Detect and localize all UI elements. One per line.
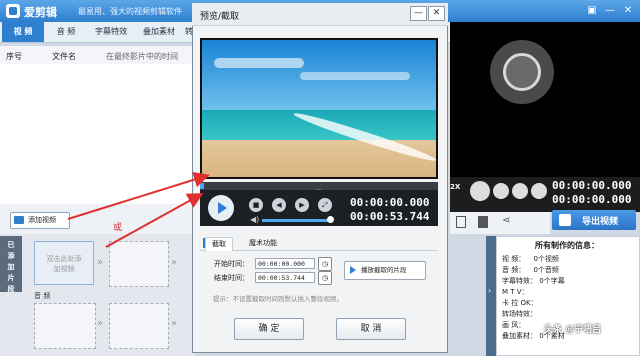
hint-text: 提示：不设置截取时间则默认插入整段视频。 [213, 295, 343, 303]
main-stop-button[interactable] [493, 183, 509, 199]
clip-slot-empty[interactable]: 双击此处添加视频 [34, 241, 94, 285]
export-video-button[interactable]: 导出视频 [552, 210, 636, 230]
zoom-badge[interactable]: 2X [450, 183, 460, 191]
info-key: 转场特效： [502, 310, 537, 318]
info-key: 音 频： [502, 266, 526, 274]
file-list-header: 序号 文件名 在最终影片中的时间 [0, 46, 195, 65]
volume-slider-handle[interactable] [327, 216, 334, 223]
chevron-right-icon: » [171, 318, 178, 329]
confirm-button[interactable]: 确 定 [234, 318, 304, 340]
tab-subtitle-effects[interactable]: 字幕特效 [88, 22, 134, 42]
tab-overlay[interactable]: 叠加素材 [136, 22, 182, 42]
cut-tab-bar [200, 236, 438, 251]
start-time-label: 开始时间： [214, 260, 249, 268]
file-list[interactable] [0, 64, 195, 204]
dialog-time-readout: 00:00:00.000 00:00:53.744 [350, 196, 429, 224]
close-button[interactable]: ✕ [620, 3, 636, 18]
next-frame-button[interactable]: ▶ [295, 198, 309, 212]
info-key: 画 风： [502, 321, 526, 329]
film-icon [14, 216, 24, 224]
column-filename: 文件名 [52, 52, 76, 61]
info-key: 字幕特效： [502, 277, 537, 285]
added-clips-text: 已添加片段 [7, 241, 15, 293]
add-video-button[interactable]: 添加视频 [10, 212, 70, 229]
clock-icon[interactable]: ◷ [318, 257, 332, 271]
or-label: 或 [113, 223, 123, 233]
film-reel-hub [503, 53, 541, 91]
stop-button[interactable]: ■ [249, 198, 263, 212]
export-label: 导出视频 [582, 217, 619, 227]
main-next-frame-button[interactable] [531, 183, 547, 199]
play-icon [218, 202, 227, 214]
cancel-button[interactable]: 取 消 [336, 318, 406, 340]
column-index: 序号 [6, 52, 22, 61]
video-frame-cloud [300, 72, 410, 80]
main-play-button[interactable] [470, 181, 490, 201]
app-title: 爱剪辑 [24, 6, 57, 19]
play-segment-label: 播放截取的片段 [361, 266, 407, 274]
main-time-current: 00:00:00.000 [552, 179, 632, 192]
tab-indicator [203, 238, 205, 248]
info-panel-rail[interactable]: › [486, 236, 496, 356]
save-as-icon[interactable] [478, 216, 488, 228]
dialog-close-button[interactable]: ✕ [428, 6, 445, 21]
info-key: 叠加素材： [502, 332, 537, 340]
chevron-right-icon: › [488, 286, 492, 295]
info-title: 所有制作的信息： [535, 241, 599, 250]
skin-button[interactable]: ▣ [584, 3, 600, 18]
info-value: 0个字幕 [539, 277, 565, 285]
tab-audio[interactable]: 音 频 [46, 22, 86, 42]
main-time-readout: 00:00:00.000 00:00:00.000 [552, 179, 631, 207]
share-icon[interactable]: ⋖ [502, 215, 510, 226]
play-button[interactable] [208, 195, 234, 221]
tab-magic[interactable]: 魔术功能 [243, 237, 283, 250]
save-icon[interactable] [456, 216, 466, 228]
fullscreen-button[interactable]: ⤢ [318, 198, 332, 212]
chevron-right-icon: » [97, 257, 104, 268]
app-logo-icon [6, 4, 20, 18]
add-video-label: 添加视频 [28, 216, 56, 224]
play-icon [350, 266, 356, 274]
tab-video[interactable]: 视 频 [2, 22, 44, 42]
clip-slot[interactable] [109, 241, 169, 287]
main-toolbar: ⋖ [450, 212, 550, 234]
prev-frame-button[interactable]: ◀ [272, 198, 286, 212]
dialog-time-total: 00:00:53.744 [350, 210, 430, 223]
volume-icon[interactable]: ◀) [250, 215, 259, 224]
audio-slot[interactable] [109, 303, 169, 349]
watermark: 头条 @宁唔吕 [544, 325, 602, 335]
end-time-label: 结束时间： [214, 274, 249, 282]
main-preview-screen [450, 22, 640, 177]
column-time: 在最终影片中的时间 [106, 52, 178, 61]
app-subtitle: 最易用、强大的视频剪辑软件 [78, 7, 182, 16]
clip-slot-hint: 双击此处添加视频 [46, 255, 82, 273]
export-icon [559, 214, 571, 226]
info-key: M T V： [502, 288, 529, 296]
dialog-minimize-button[interactable]: — [410, 6, 427, 21]
dialog-time-current: 00:00:00.000 [350, 196, 430, 209]
video-frame-cloud [214, 58, 304, 68]
main-prev-frame-button[interactable] [512, 183, 528, 199]
added-clips-label: 已添加片段 [0, 236, 22, 293]
audio-slot[interactable] [34, 303, 96, 349]
play-segment-button[interactable]: 播放截取的片段 [344, 261, 426, 280]
info-key: 视 频： [502, 255, 526, 263]
info-key: 卡 拉 OK： [502, 299, 538, 307]
tab-cut[interactable]: 截取 [205, 237, 233, 251]
minimize-button[interactable]: — [602, 3, 618, 18]
chevron-right-icon: » [97, 318, 104, 329]
clock-icon[interactable]: ◷ [318, 271, 332, 285]
seek-progress [200, 183, 204, 189]
start-time-input[interactable]: 00:00:00.000 [255, 258, 315, 269]
main-time-total: 00:00:00.000 [552, 193, 632, 206]
chevron-right-icon: » [171, 257, 178, 268]
volume-slider[interactable] [262, 219, 332, 222]
info-value: 0个音频 [533, 266, 559, 274]
end-time-input[interactable]: 00:00:53.744 [255, 272, 315, 283]
dialog-title: 预览/截取 [200, 12, 240, 22]
audio-track-label: 音 频 [34, 292, 51, 300]
info-value: 0个视频 [533, 255, 559, 263]
